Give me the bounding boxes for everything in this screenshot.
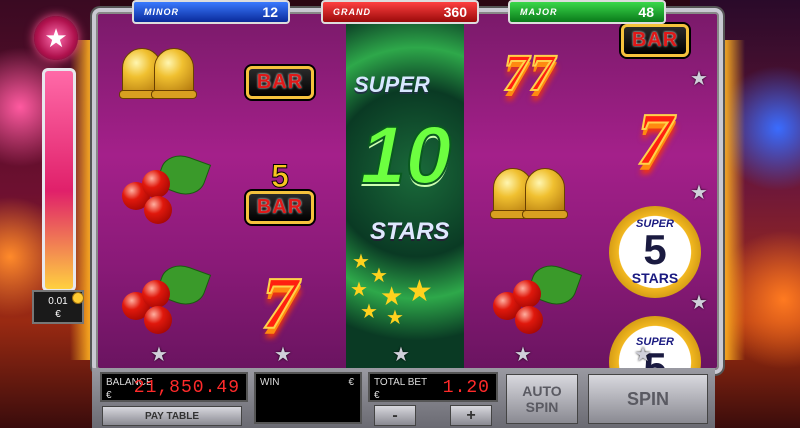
win-currency: € [348, 377, 354, 388]
frame-star-icon: ★ [690, 292, 708, 314]
seven-symbol: 7 [220, 254, 340, 354]
cherries-icon [108, 259, 212, 342]
win-label: WIN [260, 377, 280, 388]
five-bar-label: BAR [245, 190, 315, 224]
frame-star-icon: ★ [274, 344, 292, 366]
reel-3: SUPER 10 STARS ★ ★ ★ ★ ★ ★ ★ [346, 12, 464, 370]
super-5-badge: SUPER 5 [609, 316, 701, 370]
frame-star-icon: ★ [392, 344, 410, 366]
jackpot-major-label: MAJOR [520, 7, 558, 17]
bar-symbol: BAR [220, 32, 340, 132]
jackpot-minor: MINOR 12 [132, 0, 290, 24]
bell-symbol [102, 22, 214, 122]
reel-4: 7 7 [470, 12, 588, 370]
balance-value: 21,850.49 [133, 378, 240, 398]
total-bet-currency: € [374, 390, 380, 401]
stars-label: STARS [370, 218, 450, 245]
balance-display: BALANCE € 21,850.49 [100, 372, 248, 402]
frame-star-icon: ★ [150, 344, 168, 366]
jackpot-grand-label: GRAND [333, 7, 371, 17]
five-bar-number: 5 [271, 157, 290, 194]
total-bet-label: TOTAL BET [374, 377, 428, 388]
star-emblem-icon: ★ [34, 16, 78, 60]
five-bar-symbol: 5 BAR [220, 142, 340, 242]
bet-decrease-button[interactable]: - [374, 405, 416, 426]
ten-label: 10 [359, 110, 452, 201]
bell-icon [522, 168, 568, 219]
balance-currency: € [106, 390, 112, 401]
bet-increase-button[interactable]: + [450, 405, 492, 426]
bell-icon [151, 48, 197, 99]
gold-stars-icon: ★ ★ ★ ★ ★ ★ ★ [350, 251, 433, 329]
frame-star-icon: ★ [514, 344, 532, 366]
jackpot-major-value: 48 [638, 4, 654, 20]
seven-icon: 7 [528, 45, 556, 102]
five-label: 5 [643, 226, 667, 273]
seven-icon: 7 [502, 45, 530, 102]
frame-star-icon: ★ [690, 182, 708, 204]
super-10-stars-symbol: SUPER 10 STARS ★ ★ ★ ★ ★ ★ ★ [346, 12, 464, 370]
auto-spin-button[interactable]: AUTO SPIN [506, 374, 578, 424]
coin-currency: € [55, 309, 61, 320]
frame-star-icon: ★ [690, 68, 708, 90]
seven-symbol: 7 [594, 90, 716, 190]
cherries-symbol [102, 142, 214, 242]
frame-star-icon: ★ [634, 344, 652, 366]
jackpot-minor-label: MINOR [144, 7, 179, 17]
bar-label: BAR [245, 65, 315, 99]
super-5-stars-symbol: SUPER 5 STARS [594, 202, 716, 302]
cherries-symbol [102, 252, 214, 352]
bet-meter: ★ 0.01 € [32, 16, 84, 324]
coin-icon [72, 292, 84, 304]
control-panel: BALANCE € 21,850.49 WIN € TOTAL BET € 1.… [92, 368, 715, 428]
reel-1 [102, 12, 214, 370]
pay-table-button[interactable]: PAY TABLE [102, 406, 242, 426]
win-display: WIN € [254, 372, 362, 424]
jackpot-grand-value: 360 [443, 4, 467, 20]
super-5-stars-symbol: SUPER 5 [594, 312, 716, 370]
total-bet-value: 1.20 [442, 378, 490, 398]
double-seven-symbol: 7 7 [470, 24, 588, 124]
seven-icon: 7 [636, 99, 675, 181]
super-label: SUPER [354, 72, 430, 97]
reel-2: BAR 5 BAR 7 [220, 12, 340, 370]
stars-label: STARS [631, 270, 679, 286]
reel-frame: BAR 5 BAR 7 SUPER 10 STARS ★ ★ ★ ★ ★ ★ ★ [92, 8, 723, 374]
cherries-icon [479, 259, 583, 342]
cherries-symbol [470, 252, 588, 352]
bar-label: BAR [620, 23, 690, 57]
jackpot-major: MAJOR 48 [508, 0, 666, 24]
jackpot-minor-value: 12 [262, 4, 278, 20]
meter-tube [42, 68, 76, 292]
jackpot-grand: GRAND 360 [321, 0, 479, 24]
spin-button[interactable]: SPIN [588, 374, 708, 424]
seven-icon: 7 [261, 263, 300, 345]
total-bet-display: TOTAL BET € 1.20 [368, 372, 498, 402]
cherries-icon [108, 149, 212, 232]
bell-symbol [470, 142, 588, 242]
super-5-badge: SUPER 5 STARS [609, 206, 701, 298]
